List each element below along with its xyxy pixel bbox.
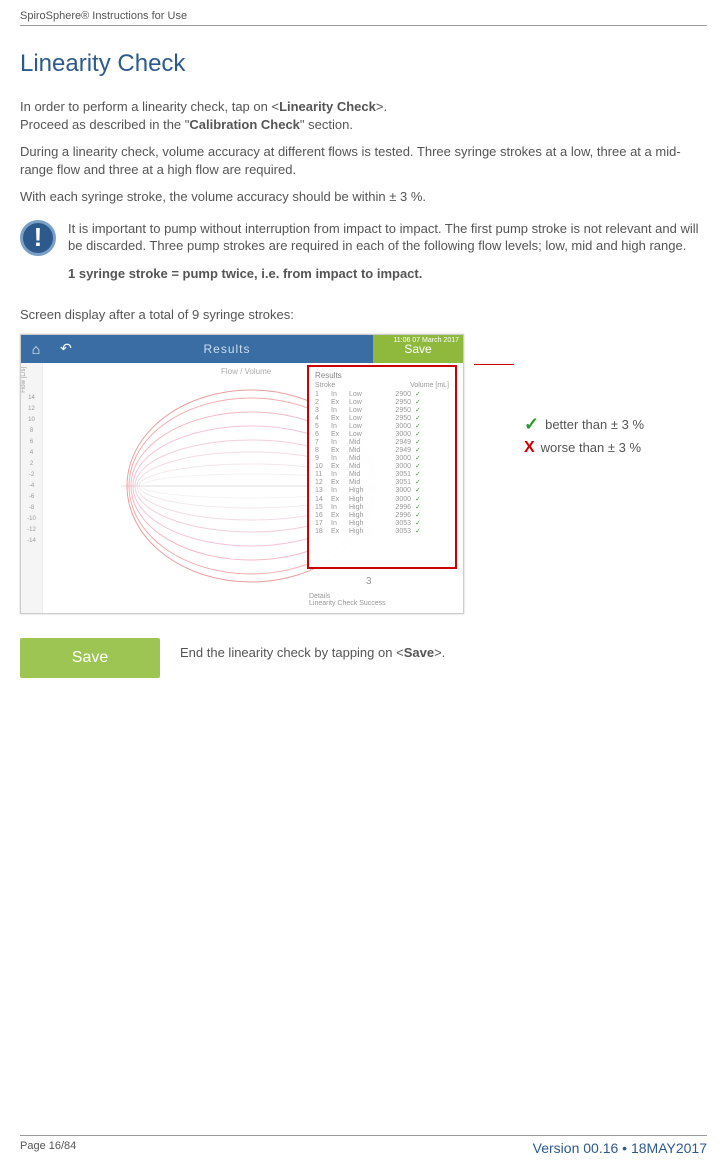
results-title: Results [315, 371, 449, 380]
home-icon[interactable]: ⌂ [21, 335, 51, 363]
details-text: Linearity Check Success [309, 600, 455, 607]
doc-header: SpiroSphere® Instructions for Use [20, 10, 707, 26]
back-icon[interactable]: ↶ [51, 335, 81, 363]
save-button[interactable]: Save [20, 638, 160, 678]
table-row: 7InMid2949✓ [315, 439, 449, 447]
col-stroke: Stroke [315, 382, 335, 389]
table-row: 18ExHigh3053✓ [315, 528, 449, 536]
legend-worse-text: worse than ± 3 % [541, 440, 641, 455]
status-bar: 11:06 07 March 2017 [393, 337, 459, 344]
y-tick: -10 [21, 516, 42, 527]
details-panel: Details Linearity Check Success [309, 593, 455, 607]
x-icon: X [524, 439, 535, 457]
table-row: 9InMid3000✓ [315, 455, 449, 463]
page-title: Linearity Check [20, 50, 707, 78]
notice-text: It is important to pump without interrup… [68, 220, 707, 255]
check-icon: ✓ [524, 414, 539, 435]
legend-better-text: better than ± 3 % [545, 417, 644, 432]
screenshot-body: Flow [L/s] 1412108642-2-4-6-8-10-12-14 F… [21, 363, 463, 613]
results-table: 1InLow2900✓2ExLow2950✓3InLow2950✓4ExLow2… [315, 391, 449, 536]
table-row: 14ExHigh3000✓ [315, 496, 449, 504]
col-volume: Volume [mL] [410, 382, 449, 389]
text: " section. [300, 117, 353, 132]
legend-worse: X worse than ± 3 % [524, 439, 644, 457]
y-tick: -2 [21, 472, 42, 483]
details-label: Details [309, 593, 455, 600]
save-bold: Save [404, 645, 434, 660]
version-info: Version 00.16 • 18MAY2017 [533, 1140, 707, 1156]
y-tick: 12 [21, 406, 42, 417]
text: In order to perform a linearity check, t… [20, 99, 279, 114]
y-tick: 14 [21, 395, 42, 406]
text: Proceed as described in the " [20, 117, 189, 132]
y-tick: -6 [21, 494, 42, 505]
screen-display-label: Screen display after a total of 9 syring… [20, 306, 707, 324]
notice-emphasis: 1 syringe stroke = pump twice, i.e. from… [68, 265, 707, 283]
calibration-check-bold: Calibration Check [189, 117, 300, 132]
y-axis-label: Flow [L/s] [21, 367, 27, 393]
results-panel: Results Stroke Volume [mL] 1InLow2900✓2E… [307, 365, 457, 569]
table-row: 11InMid3051✓ [315, 471, 449, 479]
table-row: 17InHigh3053✓ [315, 520, 449, 528]
y-tick: -12 [21, 527, 42, 538]
paragraph-accuracy: With each syringe stroke, the volume acc… [20, 188, 707, 206]
table-row: 13InHigh3000✓ [315, 487, 449, 495]
text: >. [376, 99, 387, 114]
legend: ✓ better than ± 3 % X worse than ± 3 % [524, 414, 644, 461]
table-row: 6ExLow3000✓ [315, 431, 449, 439]
paragraph-desc: During a linearity check, volume accurac… [20, 143, 707, 178]
page-footer: Page 16/84 Version 00.16 • 18MAY2017 [20, 1135, 707, 1156]
linearity-check-bold: Linearity Check [279, 99, 376, 114]
save-instruction: End the linearity check by tapping on <S… [180, 644, 445, 662]
y-tick: -8 [21, 505, 42, 516]
table-row: 5InLow3000✓ [315, 423, 449, 431]
table-row: 4ExLow2950✓ [315, 415, 449, 423]
y-tick: 2 [21, 461, 42, 472]
table-row: 12ExMid3051✓ [315, 479, 449, 487]
save-row: Save End the linearity check by tapping … [20, 638, 707, 678]
y-axis: Flow [L/s] 1412108642-2-4-6-8-10-12-14 [21, 363, 43, 613]
device-screenshot: 11:06 07 March 2017 ⌂ ↶ Results Save Flo… [20, 334, 464, 614]
screenshot-area: 11:06 07 March 2017 ⌂ ↶ Results Save Flo… [20, 334, 707, 614]
legend-better: ✓ better than ± 3 % [524, 414, 644, 435]
text: >. [434, 645, 445, 660]
y-tick: -14 [21, 538, 42, 549]
table-row: 8ExMid2949✓ [315, 447, 449, 455]
notice-body: It is important to pump without interrup… [68, 220, 707, 293]
y-tick: 4 [21, 450, 42, 461]
y-tick: -4 [21, 483, 42, 494]
callout-line [474, 364, 514, 365]
results-columns: Stroke Volume [mL] [315, 382, 449, 389]
y-tick: 10 [21, 417, 42, 428]
table-row: 1InLow2900✓ [315, 391, 449, 399]
alert-icon: ! [20, 220, 56, 256]
text: End the linearity check by tapping on < [180, 645, 404, 660]
svg-text:3: 3 [366, 576, 372, 587]
table-row: 15InHigh2996✓ [315, 504, 449, 512]
paragraph-intro: In order to perform a linearity check, t… [20, 98, 707, 133]
results-tab[interactable]: Results [81, 342, 373, 356]
table-row: 10ExMid3000✓ [315, 463, 449, 471]
y-tick: 8 [21, 428, 42, 439]
table-row: 16ExHigh2996✓ [315, 512, 449, 520]
page-number: Page 16/84 [20, 1140, 76, 1156]
notice-block: ! It is important to pump without interr… [20, 220, 707, 293]
y-tick: 6 [21, 439, 42, 450]
table-row: 3InLow2950✓ [315, 407, 449, 415]
table-row: 2ExLow2950✓ [315, 399, 449, 407]
